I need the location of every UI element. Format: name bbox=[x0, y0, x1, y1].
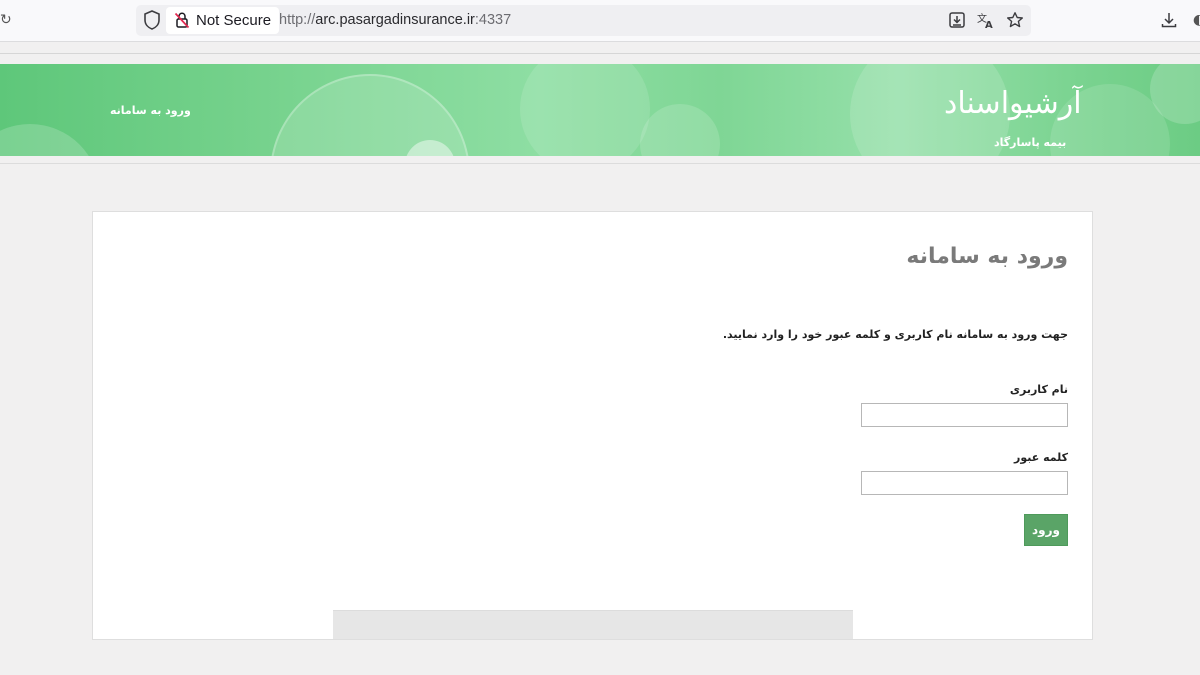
footer-strip bbox=[333, 610, 853, 639]
url-host: arc.pasargadinsurance.ir bbox=[315, 12, 475, 28]
bokeh-circle bbox=[640, 104, 720, 156]
header-divider bbox=[0, 163, 1200, 164]
browser-toolbar: ↻ Not Secure http://arc.pasargadinsuranc… bbox=[0, 0, 1200, 42]
page-title: ورود به سامانه bbox=[906, 244, 1068, 269]
lock-slash-icon bbox=[174, 12, 190, 29]
svg-text:A: A bbox=[985, 20, 993, 29]
username-label: نام کاربری bbox=[1009, 383, 1068, 396]
url-text[interactable]: http://arc.pasargadinsurance.ir:4337 bbox=[279, 12, 511, 28]
url-scheme: http:// bbox=[279, 12, 316, 28]
bookmarks-strip bbox=[0, 42, 1200, 54]
reload-icon-partial[interactable]: ↻ bbox=[0, 12, 12, 28]
download-icon[interactable] bbox=[1159, 10, 1179, 30]
bokeh-circle bbox=[0, 124, 100, 156]
bokeh-circle bbox=[520, 64, 650, 156]
password-label: کلمه عبور bbox=[1014, 451, 1068, 464]
not-secure-label: Not Secure bbox=[196, 12, 272, 29]
username-input[interactable] bbox=[861, 403, 1068, 427]
login-button[interactable]: ورود bbox=[1024, 514, 1068, 546]
not-secure-indicator[interactable]: Not Secure bbox=[166, 7, 280, 34]
logo-subtitle: بیمه پاسارگاد bbox=[994, 136, 1067, 149]
header-login-link[interactable]: ورود به سامانه bbox=[110, 104, 191, 117]
password-input[interactable] bbox=[861, 471, 1068, 495]
logo-title[interactable]: آرشیواسناد bbox=[944, 86, 1083, 121]
translate-icon[interactable]: 文A bbox=[976, 10, 996, 30]
shield-icon[interactable] bbox=[142, 9, 162, 31]
star-icon[interactable] bbox=[1005, 10, 1025, 30]
save-page-icon[interactable] bbox=[947, 10, 967, 30]
account-icon-partial[interactable]: ◐ bbox=[1193, 12, 1200, 28]
url-port: :4337 bbox=[474, 12, 512, 28]
login-instructions: جهت ورود به سامانه نام کاربری و کلمه عبو… bbox=[722, 328, 1068, 341]
